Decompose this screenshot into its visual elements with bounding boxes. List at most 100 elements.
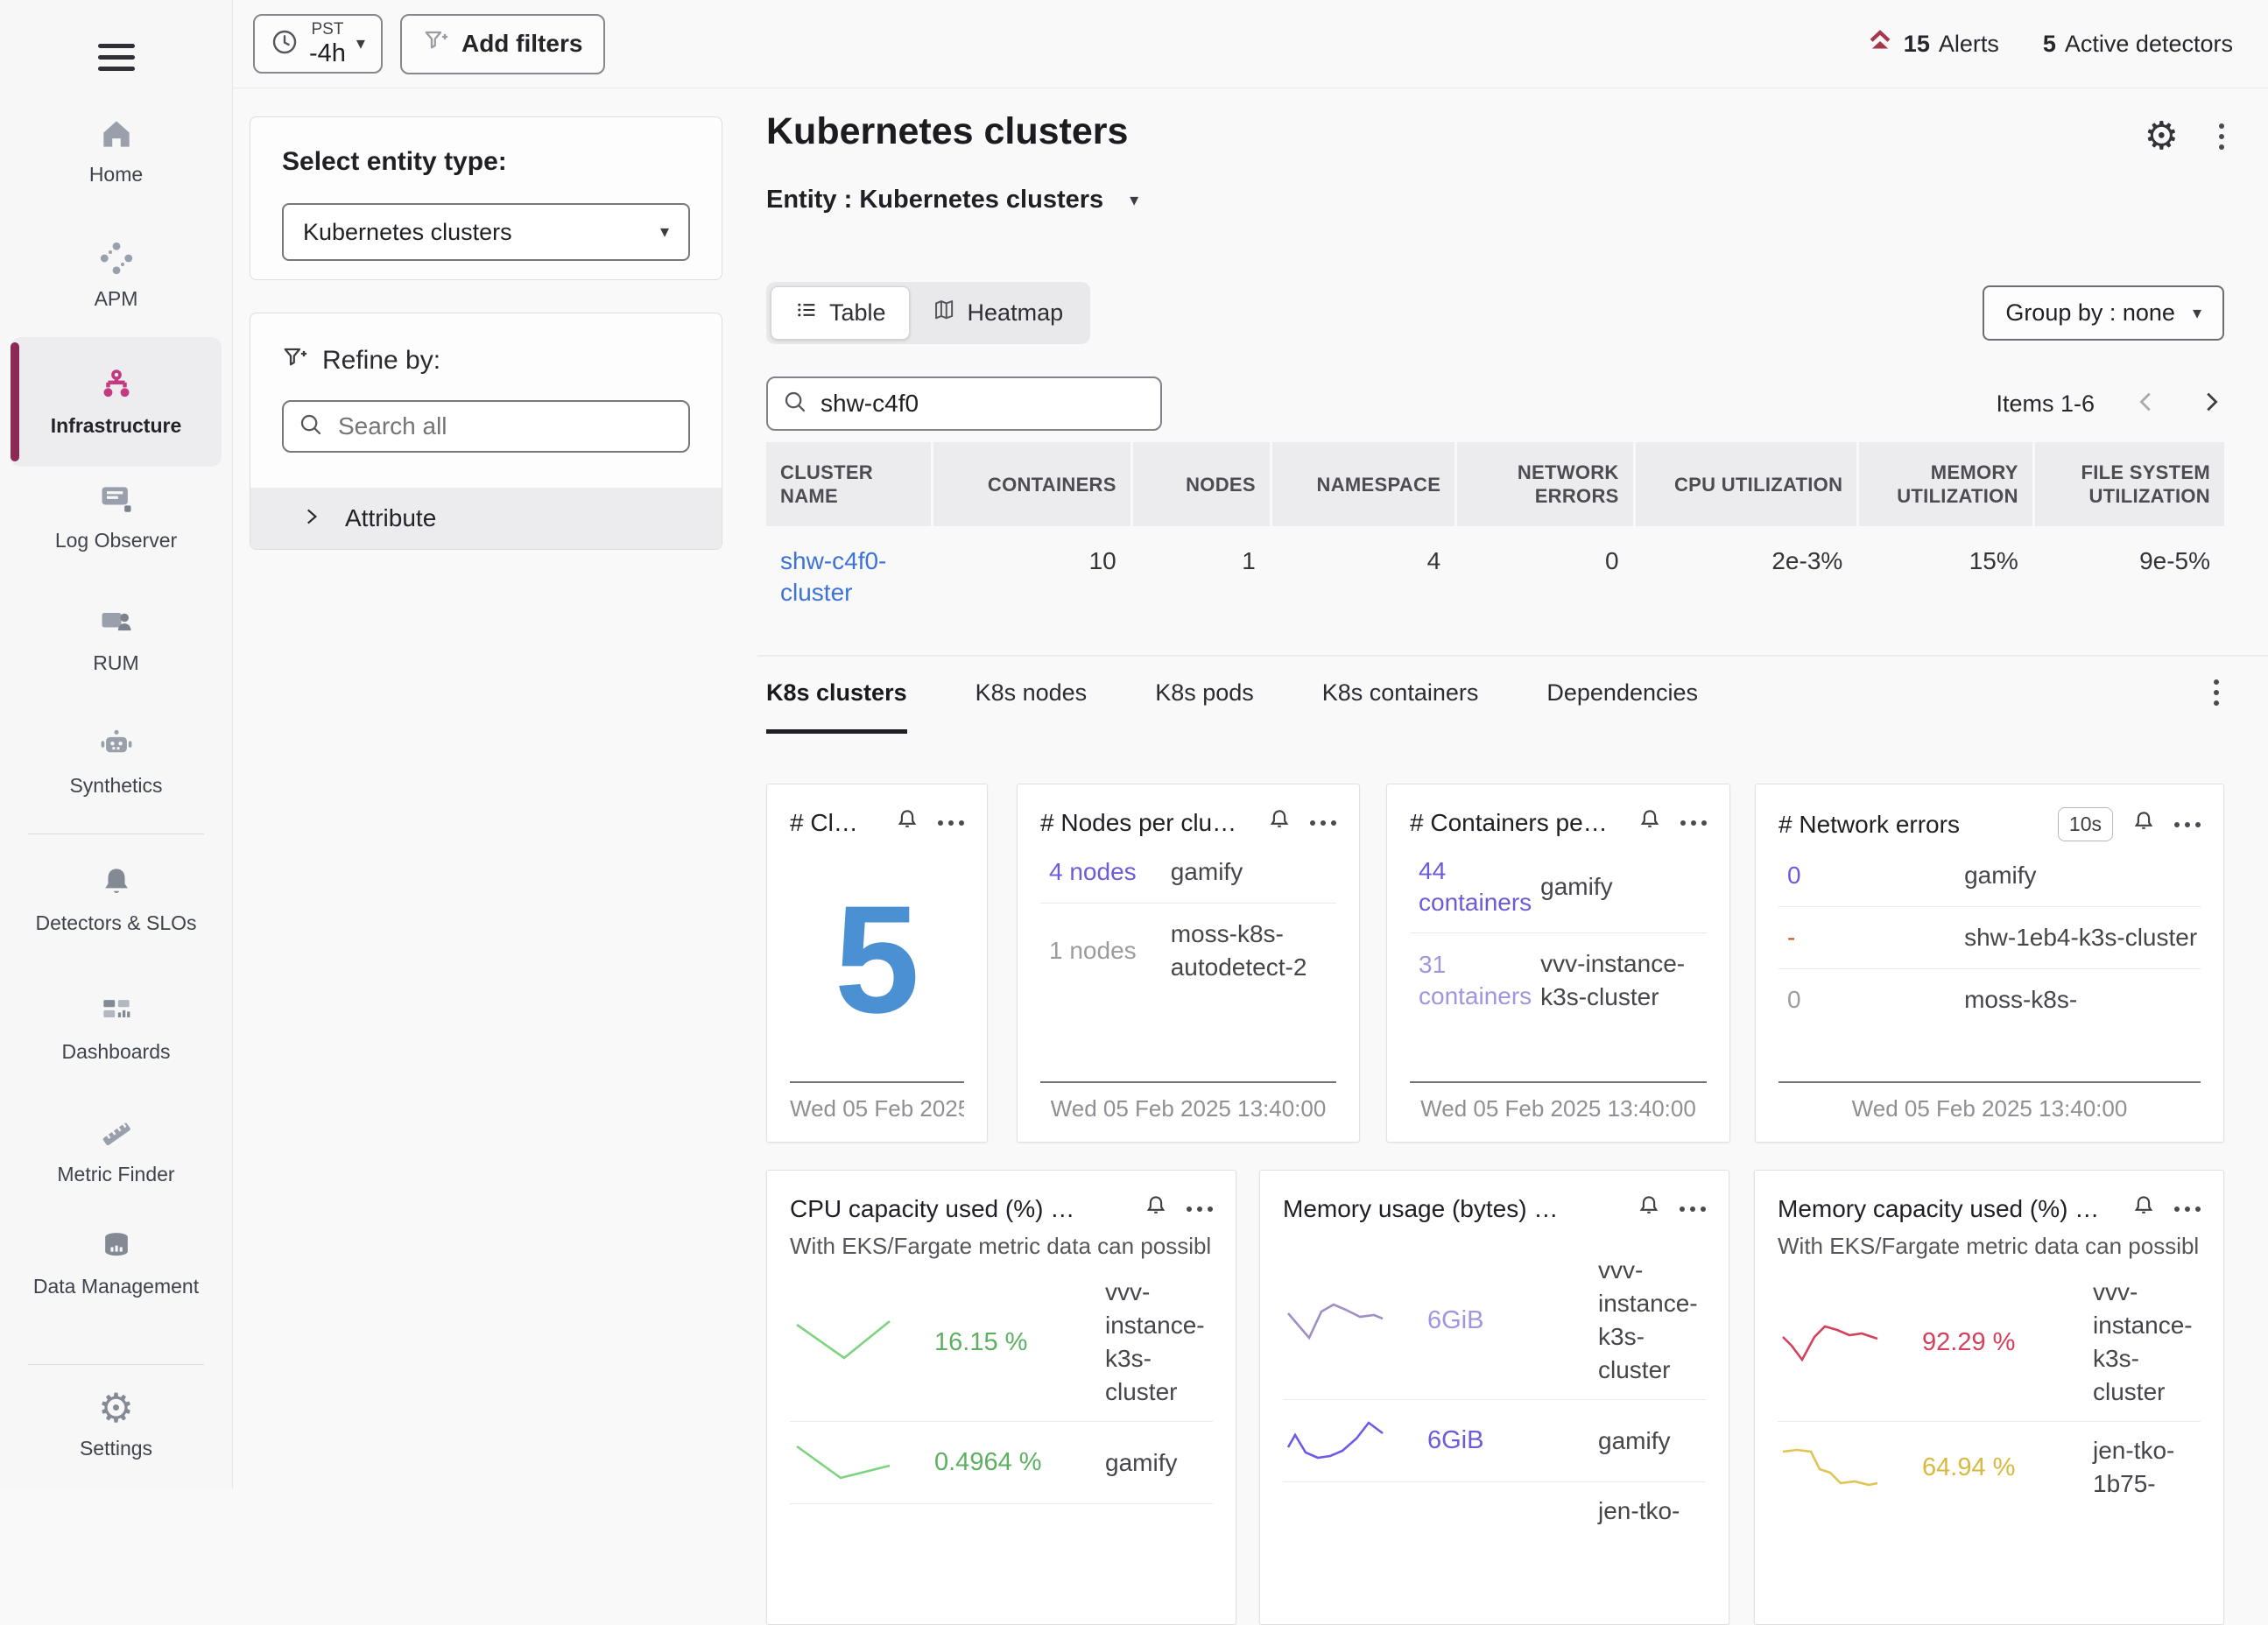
- entity-selector[interactable]: Entity : Kubernetes clusters ▾: [766, 186, 1138, 215]
- dashboards-icon: [96, 991, 137, 1031]
- bell-icon[interactable]: [2131, 809, 2157, 840]
- card-menu-icon[interactable]: [1680, 1206, 1706, 1212]
- card-title: Memory capacity used (%) …: [1778, 1195, 2113, 1223]
- refine-search-input[interactable]: [336, 412, 688, 441]
- bell-icon[interactable]: [1266, 807, 1292, 838]
- column-header-memory-utilization[interactable]: MEMORY UTILIZATION: [1859, 442, 2032, 526]
- card-menu-icon[interactable]: [2174, 822, 2201, 827]
- row-value: -: [1778, 922, 1964, 953]
- sidebar-item-metric-finder[interactable]: Metric Finder: [0, 1114, 232, 1187]
- column-header-network-errors[interactable]: NETWORK ERRORS: [1457, 442, 1632, 526]
- table-search-row: Items 1-6: [766, 376, 2224, 431]
- card-menu-icon[interactable]: [1310, 820, 1336, 826]
- table-view-button[interactable]: Table: [771, 286, 910, 340]
- sidebar-item-detectors-slos[interactable]: Detectors & SLOs: [0, 862, 232, 936]
- card-title: # Network errors: [1778, 811, 2040, 839]
- bell-icon[interactable]: [1636, 1193, 1662, 1224]
- app-root: { "colors":{ "brand_pink":"#c23a80","sid…: [0, 0, 2268, 1488]
- card-menu-icon[interactable]: [1187, 1206, 1213, 1212]
- active-indicator: [11, 342, 19, 461]
- sidebar-item-rum[interactable]: RUM: [0, 602, 232, 676]
- value-link[interactable]: 44 containers: [1410, 855, 1540, 918]
- card-title: Memory usage (bytes) …: [1283, 1195, 1618, 1223]
- search-icon: [284, 412, 336, 442]
- add-filters-button[interactable]: Add filters: [400, 14, 605, 74]
- active-detectors-indicator[interactable]: 5 Active detectors: [2043, 31, 2233, 58]
- group-by-label: Group by : none: [2005, 299, 2175, 327]
- sidebar-item-label: Dashboards: [61, 1038, 170, 1065]
- sidebar-item-dashboards[interactable]: Dashboards: [0, 991, 232, 1065]
- tab-k8s-nodes[interactable]: K8s nodes: [976, 679, 1088, 734]
- tab-k8s-containers[interactable]: K8s containers: [1322, 679, 1479, 734]
- card-rows: 0 gamify - shw-1eb4-k3s-cluster 0 moss-k…: [1778, 845, 2201, 1081]
- column-header-file-system-utilization[interactable]: FILE SYSTEM UTILIZATION: [2035, 442, 2224, 526]
- rum-icon: [96, 602, 137, 643]
- gear-icon[interactable]: ⚙: [2145, 117, 2179, 156]
- tab-k8s-pods[interactable]: K8s pods: [1155, 679, 1254, 734]
- sparkline: [1778, 1314, 1922, 1371]
- file-system-utilization-cell: 9e-5%: [2035, 526, 2224, 608]
- column-header-containers[interactable]: CONTAINERS: [933, 442, 1130, 526]
- topbar: PST -4h ▾ Add filters 15 Alerts 5 Active…: [232, 0, 2268, 88]
- refine-heading: Refine by:: [322, 346, 440, 376]
- row-label: gamify: [1171, 855, 1336, 889]
- refine-heading-row: Refine by:: [282, 345, 690, 376]
- chevron-left-icon[interactable]: [2133, 389, 2159, 419]
- card-menu-icon[interactable]: [2174, 1206, 2201, 1212]
- kebab-menu-icon[interactable]: [2214, 679, 2219, 706]
- time-range-picker[interactable]: PST -4h ▾: [253, 14, 383, 74]
- kebab-menu-icon[interactable]: [2219, 123, 2224, 150]
- entity-type-select[interactable]: Kubernetes clusters ▾: [282, 203, 690, 261]
- column-header-cluster-name[interactable]: CLUSTER NAME: [766, 442, 931, 526]
- menu-icon[interactable]: [98, 37, 135, 78]
- card-subtitle: With EKS/Fargate metric data can possibl…: [1778, 1233, 2201, 1260]
- entity-selector-label: Entity : Kubernetes clusters: [766, 186, 1103, 215]
- value-link[interactable]: 31 containers: [1410, 949, 1540, 1012]
- bell-icon[interactable]: [1637, 807, 1663, 838]
- list-item: 0 gamify: [1778, 845, 2201, 906]
- card-menu-icon[interactable]: [938, 820, 964, 826]
- sparkline: [790, 1314, 934, 1371]
- cluster-search-input[interactable]: [819, 389, 1160, 419]
- list-item: 16.15 % vvv-instance-k3s-cluster: [790, 1263, 1213, 1421]
- cpu-utilization-cell: 2e-3%: [1636, 526, 1857, 608]
- chevron-right-icon[interactable]: [2198, 389, 2224, 419]
- bell-icon[interactable]: [2131, 1193, 2157, 1224]
- card-timestamp: Wed 05 Feb 2025 13:40:00: [1778, 1081, 2201, 1142]
- row-value: 64.94 %: [1922, 1453, 2093, 1482]
- sidebar-item-settings[interactable]: ⚙ Settings: [0, 1388, 232, 1461]
- attribute-expander[interactable]: Attribute: [250, 488, 722, 549]
- value-link[interactable]: 0: [1778, 860, 1964, 891]
- column-header-cpu-utilization[interactable]: CPU UTILIZATION: [1636, 442, 1857, 526]
- apm-icon: [96, 238, 137, 278]
- title-row: Kubernetes clusters ⚙: [766, 110, 2224, 156]
- sidebar-item-log-observer[interactable]: Log Observer: [0, 480, 232, 553]
- card-menu-icon[interactable]: [1680, 820, 1707, 826]
- list-item: 0.4964 % gamify: [790, 1421, 1213, 1503]
- tab-k8s-clusters[interactable]: K8s clusters: [766, 679, 907, 734]
- bell-icon[interactable]: [1143, 1193, 1169, 1224]
- sidebar-item-home[interactable]: Home: [0, 114, 232, 187]
- bell-icon[interactable]: [894, 807, 920, 838]
- sidebar: Home APM Infrastructure: [0, 0, 233, 1488]
- alerts-count: 15: [1904, 31, 1930, 58]
- tab-dependencies[interactable]: Dependencies: [1546, 679, 1698, 734]
- infrastructure-icon: [96, 367, 137, 407]
- column-header-namespace[interactable]: NAMESPACE: [1272, 442, 1454, 526]
- table-header-row: CLUSTER NAME CONTAINERS NODES NAMESPACE …: [766, 442, 2224, 526]
- sidebar-item-data-management[interactable]: Data Management: [0, 1226, 232, 1299]
- heatmap-view-button[interactable]: Heatmap: [910, 287, 1087, 339]
- group-by-dropdown[interactable]: Group by : none ▾: [1983, 285, 2224, 341]
- map-icon: [933, 298, 957, 328]
- column-header-nodes[interactable]: NODES: [1133, 442, 1270, 526]
- sidebar-item-synthetics[interactable]: Synthetics: [0, 725, 232, 798]
- gear-icon: ⚙: [96, 1388, 137, 1428]
- sidebar-item-infrastructure[interactable]: Infrastructure: [11, 337, 222, 467]
- entity-type-value: Kubernetes clusters: [303, 219, 512, 246]
- row-label: vvv-instance-k3s-cluster: [1540, 947, 1707, 1014]
- value-link[interactable]: 4 nodes: [1040, 856, 1171, 888]
- card-subtitle: With EKS/Fargate metric data can possibl…: [790, 1233, 1213, 1260]
- alerts-indicator[interactable]: 15 Alerts: [1865, 26, 1999, 62]
- sidebar-item-apm[interactable]: APM: [0, 238, 232, 312]
- cluster-name-link[interactable]: shw-c4f0-cluster: [780, 547, 886, 606]
